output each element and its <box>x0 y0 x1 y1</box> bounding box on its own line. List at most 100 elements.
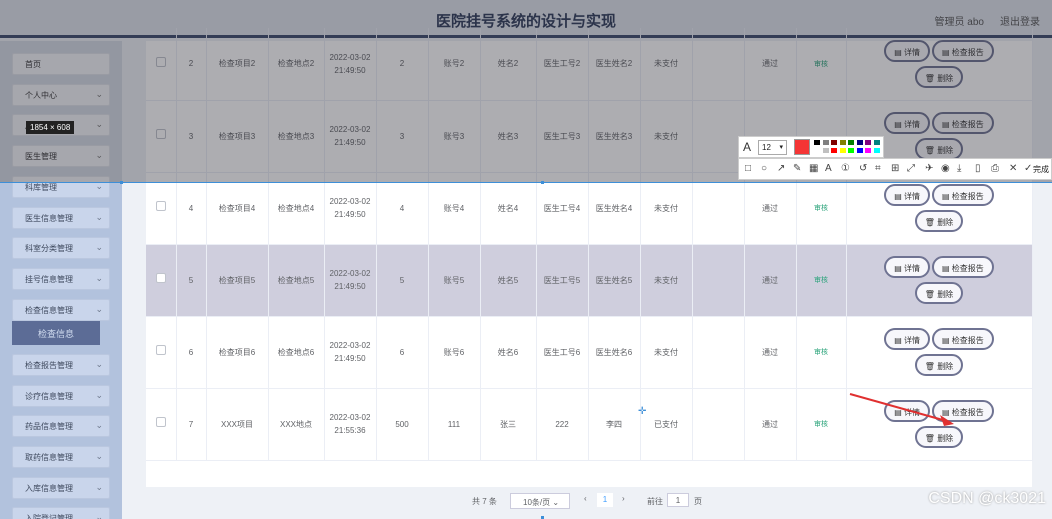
delete-button[interactable]: 🗑 删除 <box>914 138 964 160</box>
bookmark-icon[interactable]: ⎙ <box>991 163 999 174</box>
sidebar-item[interactable]: 诊疗信息管理 ⌄ <box>12 385 110 407</box>
report-button[interactable]: ▤ 检查报告 <box>932 39 994 62</box>
color-swatch[interactable] <box>821 139 830 146</box>
pen-icon[interactable]: ✎ <box>793 163 801 174</box>
logout-link[interactable]: 退出登录 <box>1000 13 1040 28</box>
phone-icon[interactable]: ▯ <box>975 163 981 174</box>
pin-icon[interactable]: ✈ <box>925 163 933 174</box>
color-swatch[interactable] <box>838 147 847 154</box>
sidebar-item[interactable]: 医生信息管理 ⌄ <box>12 207 110 229</box>
color-swatch[interactable] <box>864 139 872 146</box>
done-button[interactable]: 完成 <box>1033 164 1049 175</box>
ocr-icon[interactable]: ⌗ <box>875 163 881 174</box>
detail-button[interactable]: ▤ 详情 <box>884 184 930 206</box>
color-swatch[interactable] <box>872 147 881 154</box>
selection-handle[interactable] <box>541 181 544 184</box>
color-swatch[interactable] <box>830 147 838 154</box>
document-icon: ▤ <box>894 336 904 345</box>
report-button[interactable]: ▤ 检查报告 <box>932 256 994 278</box>
cell-no: 6 <box>176 316 207 389</box>
sidebar-item[interactable]: 检查信息管理 ⌄ <box>12 299 110 321</box>
row-checkbox[interactable] <box>155 201 166 211</box>
color-swatch[interactable] <box>847 147 855 154</box>
color-swatch[interactable] <box>830 139 838 146</box>
row-checkbox-cell <box>146 388 177 461</box>
sidebar-item[interactable]: 医生管理 ⌄ <box>12 145 110 167</box>
cell-doc-name: 医生姓名3 <box>588 100 641 173</box>
color-swatch[interactable] <box>838 139 847 146</box>
delete-button[interactable]: 🗑 删除 <box>914 210 964 232</box>
sidebar-item[interactable]: 取药信息管理 ⌄ <box>12 446 110 468</box>
chevron-down-icon: ⌄ <box>95 242 103 252</box>
delete-button[interactable]: 🗑 删除 <box>914 426 964 448</box>
sidebar-item[interactable]: 检查报告管理 ⌄ <box>12 354 110 376</box>
text-icon[interactable]: A <box>825 163 832 174</box>
number-icon[interactable]: ① <box>841 163 850 174</box>
arrow-icon[interactable]: ↗ <box>777 163 785 174</box>
document-icon: ▤ <box>942 264 952 273</box>
color-swatch[interactable] <box>813 139 821 146</box>
audit-link[interactable]: 审核 <box>814 277 828 284</box>
color-swatch[interactable] <box>872 139 881 146</box>
ellipse-icon[interactable]: ○ <box>761 163 767 174</box>
selection-handle[interactable] <box>120 181 123 184</box>
row-checkbox[interactable] <box>155 417 166 427</box>
audit-link[interactable]: 审核 <box>814 421 828 428</box>
detail-button[interactable]: ▤ 详情 <box>884 112 930 134</box>
long-capture-icon[interactable]: ⤢ <box>907 163 915 174</box>
prev-page-icon[interactable]: ‹ <box>584 494 587 503</box>
delete-button[interactable]: 🗑 删除 <box>914 65 964 88</box>
report-button[interactable]: ▤ 检查报告 <box>932 112 994 134</box>
chevron-down-icon: ▾ <box>779 144 783 151</box>
mosaic-icon[interactable]: ▦ <box>809 163 818 174</box>
download-icon[interactable]: ⤓ <box>957 163 961 174</box>
color-swatch[interactable] <box>855 147 864 154</box>
next-page-icon[interactable]: › <box>622 494 625 503</box>
color-swatch[interactable] <box>813 147 821 154</box>
color-swatch[interactable] <box>864 147 872 154</box>
check-icon[interactable]: ✓ <box>1024 163 1032 174</box>
cell-name: 姓名3 <box>480 100 537 173</box>
row-checkbox[interactable] <box>155 129 166 139</box>
goto-input[interactable]: 1 <box>667 493 689 507</box>
current-page[interactable]: 1 <box>597 493 613 507</box>
sidebar-item[interactable]: 入院登记管理 ⌄ <box>12 507 110 519</box>
page-size-select[interactable]: 10条/页 ⌄ <box>510 493 570 509</box>
color-swatch[interactable] <box>821 147 830 154</box>
sidebar-item[interactable]: 科库管理 ⌄ <box>12 176 110 198</box>
rectangle-icon[interactable]: □ <box>745 163 751 174</box>
row-checkbox-cell <box>146 28 177 101</box>
record-icon[interactable]: ◉ <box>941 163 950 174</box>
sidebar-item[interactable]: 挂号信息管理 ⌄ <box>12 268 110 290</box>
watermark: CSDN @ck3021 <box>928 490 1046 507</box>
translate-icon[interactable]: ⊞ <box>891 163 899 174</box>
current-color-swatch[interactable] <box>794 139 810 155</box>
detail-button[interactable]: ▤ 详情 <box>884 39 930 62</box>
row-checkbox[interactable] <box>155 56 166 67</box>
font-size-select[interactable]: 12 ▾ <box>758 140 787 155</box>
color-swatch[interactable] <box>847 139 855 146</box>
sidebar-item-label: 诊疗信息管理 <box>25 392 73 401</box>
sidebar-item[interactable]: 入库信息管理 ⌄ <box>12 477 110 499</box>
sidebar-item[interactable]: 科室分类管理 ⌄ <box>12 237 110 259</box>
row-checkbox[interactable] <box>155 273 166 283</box>
audit-link[interactable]: 审核 <box>814 205 828 212</box>
sidebar-item[interactable]: 药品信息管理 ⌄ <box>12 415 110 437</box>
undo-icon[interactable]: ↺ <box>859 163 867 174</box>
report-button[interactable]: ▤ 检查报告 <box>932 184 994 206</box>
cell-item: 检查项目5 <box>206 244 269 317</box>
close-icon[interactable]: ✕ <box>1009 163 1017 174</box>
detail-button[interactable]: ▤ 详情 <box>884 256 930 278</box>
sidebar-subitem-active[interactable]: 检查信息 <box>12 321 100 345</box>
color-swatch[interactable] <box>855 139 864 146</box>
delete-button[interactable]: 🗑 删除 <box>914 282 964 304</box>
sidebar-item[interactable]: 首页 <box>12 53 110 75</box>
page-label: 页 <box>694 497 702 506</box>
audit-link[interactable]: 审核 <box>814 61 828 68</box>
detail-button[interactable]: ▤ 详情 <box>884 328 930 350</box>
row-checkbox[interactable] <box>155 345 166 355</box>
sidebar-item[interactable]: 个人中心 ⌄ <box>12 84 110 106</box>
audit-link[interactable]: 审核 <box>814 349 828 356</box>
report-button[interactable]: ▤ 检查报告 <box>932 328 994 350</box>
delete-button[interactable]: 🗑 删除 <box>914 354 964 376</box>
